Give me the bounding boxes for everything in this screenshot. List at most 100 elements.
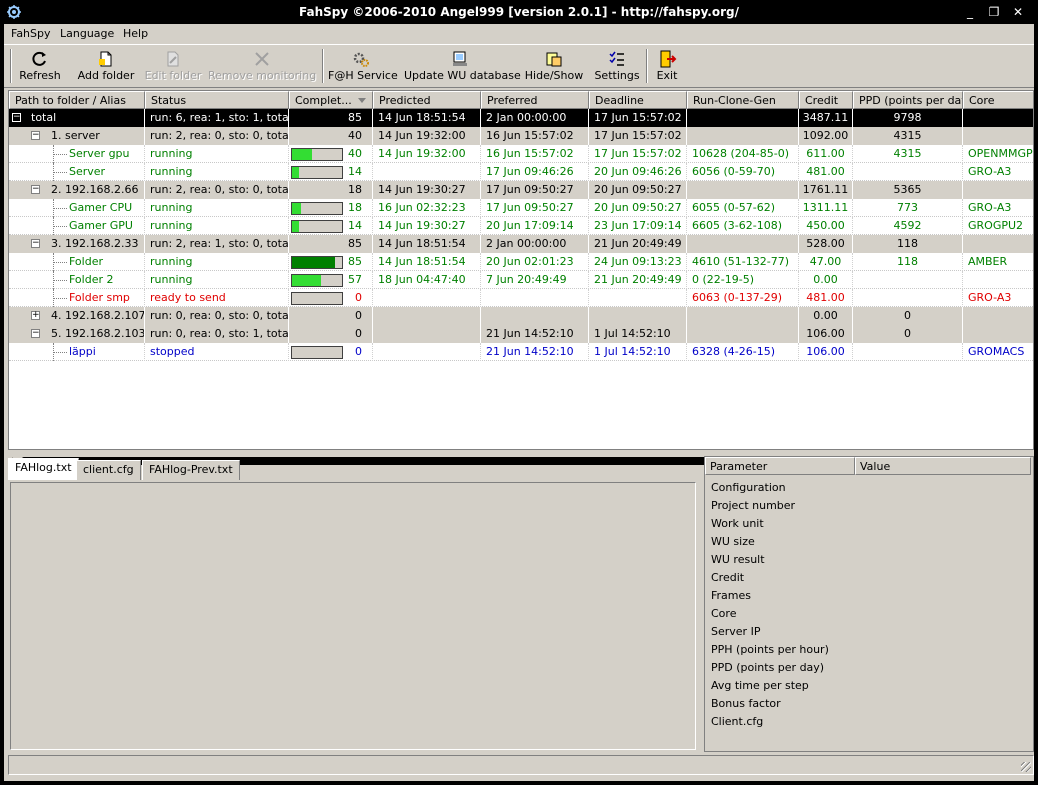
complete-percent: 14: [348, 165, 362, 178]
tab-client-cfg[interactable]: client.cfg: [76, 460, 141, 480]
param-row[interactable]: Configuration: [711, 479, 786, 497]
param-row[interactable]: PPH (points per hour): [711, 641, 829, 659]
column-header-status[interactable]: Status: [145, 91, 289, 109]
machine-row[interactable]: − 1. server run: 2, rea: 0, sto: 0, total …: [9, 127, 1033, 145]
client-row[interactable]: läppi stopped 0 21 Jun 14:52:10 1 Jul 14:52:…: [9, 343, 1033, 361]
exit-button[interactable]: Exit: [652, 47, 682, 85]
column-header-core[interactable]: Core: [963, 91, 1033, 109]
column-header-credit[interactable]: Credit: [799, 91, 853, 109]
row-label: Folder 2: [69, 273, 114, 286]
tree-line: [53, 154, 67, 155]
total-row[interactable]: − total run: 6, rea: 1, sto: 1, total 9 85 1…: [9, 109, 1033, 127]
grid-header: Path to folder / Alias Status Complet...…: [9, 91, 1033, 109]
cell-core: AMBER: [963, 253, 1033, 271]
client-row[interactable]: Server running 14 17 Jun 09:46:26 20 Jun 09:…: [9, 163, 1033, 181]
cell-rcg: 6328 (4-26-15): [687, 343, 799, 361]
machine-row[interactable]: − 3. 192.168.2.33 run: 2, rea: 1, sto: 0, …: [9, 235, 1033, 253]
menu-fahspy[interactable]: FahSpy: [6, 26, 56, 42]
edit-folder-button[interactable]: Edit folder: [142, 47, 204, 85]
cell-complete: 85: [289, 235, 373, 253]
cell-ppd: [853, 271, 963, 289]
refresh-button[interactable]: Refresh: [16, 47, 64, 85]
tab-fahlog-prev[interactable]: FAHlog-Prev.txt: [142, 460, 240, 480]
hide-show-button[interactable]: Hide/Show: [524, 47, 584, 85]
log-text-area[interactable]: [10, 482, 696, 750]
collapse-icon[interactable]: −: [31, 185, 40, 194]
cell-rcg: [687, 127, 799, 145]
param-row[interactable]: Credit: [711, 569, 744, 587]
tab-fahlog[interactable]: FAHlog.txt: [8, 458, 79, 480]
expand-icon[interactable]: +: [31, 311, 40, 320]
complete-percent: 85: [348, 111, 362, 124]
cell-preferred: 2 Jan 00:00:00: [481, 235, 589, 253]
add-folder-button[interactable]: Add folder: [74, 47, 138, 85]
toolbar-separator: [646, 49, 648, 83]
update-wu-database-button[interactable]: Update WU database: [404, 47, 521, 85]
row-label: total: [31, 111, 57, 124]
maximize-button[interactable]: ❐: [986, 5, 1002, 19]
cell-deadline: [589, 307, 687, 325]
cell-credit: 481.00: [799, 163, 853, 181]
cell-core: GROGPU2: [963, 217, 1033, 235]
collapse-icon[interactable]: −: [31, 239, 40, 248]
monitor-tree-grid[interactable]: Path to folder / Alias Status Complet...…: [8, 90, 1034, 450]
client-row[interactable]: Gamer GPU running 14 14 Jun 19:30:27 20 Jun …: [9, 217, 1033, 235]
remove-monitoring-button[interactable]: Remove monitoring: [208, 47, 316, 85]
collapse-icon[interactable]: −: [12, 113, 21, 122]
param-row[interactable]: Bonus factor: [711, 695, 781, 713]
param-row[interactable]: Avg time per step: [711, 677, 809, 695]
client-row[interactable]: Gamer CPU running 18 16 Jun 02:32:23 17 Jun …: [9, 199, 1033, 217]
column-header-predicted[interactable]: Predicted: [373, 91, 481, 109]
client-row[interactable]: Server gpu running 40 14 Jun 19:32:00 16 Jun…: [9, 145, 1033, 163]
resize-grip-icon[interactable]: [1021, 762, 1031, 772]
progress-fill: [292, 257, 335, 268]
machine-row[interactable]: +4. 192.168.2.107 run: 0, rea: 0, sto: 0,…: [9, 307, 1033, 325]
cell-core: [963, 181, 1033, 199]
client-row[interactable]: Folder running 85 14 Jun 18:51:54 20 Jun 02:…: [9, 253, 1033, 271]
minimize-button[interactable]: _: [962, 5, 978, 19]
machine-row[interactable]: − 2. 192.168.2.66 run: 2, rea: 0, sto: 0, …: [9, 181, 1033, 199]
main-window: FahSpy Language Help Refresh Add folder …: [4, 24, 1034, 781]
column-header-ppd[interactable]: PPD (points per day): [853, 91, 963, 109]
column-header-run-clone-gen[interactable]: Run-Clone-Gen: [687, 91, 799, 109]
column-header-complete[interactable]: Complet...: [289, 91, 373, 109]
complete-percent: 85: [348, 237, 362, 250]
cell-ppd: 4315: [853, 127, 963, 145]
menu-language[interactable]: Language: [55, 26, 119, 42]
param-row[interactable]: PPD (points per day): [711, 659, 824, 677]
cell-name: Folder 2: [9, 271, 145, 289]
cell-status: run: 6, rea: 1, sto: 1, total 9: [145, 109, 289, 127]
collapse-icon[interactable]: −: [31, 329, 40, 338]
progress-fill: [292, 149, 312, 160]
cell-deadline: 1 Jul 14:52:10: [589, 325, 687, 343]
client-row[interactable]: Folder 2 running 57 18 Jun 04:47:40 7 Jun 20…: [9, 271, 1033, 289]
row-label: Server gpu: [69, 147, 130, 160]
cell-credit: 611.00: [799, 145, 853, 163]
column-header-deadline[interactable]: Deadline: [589, 91, 687, 109]
cell-rcg: [687, 235, 799, 253]
cell-preferred: [481, 289, 589, 307]
params-header-value[interactable]: Value: [855, 457, 1031, 475]
param-row[interactable]: WU size: [711, 533, 755, 551]
column-header-path[interactable]: Path to folder / Alias: [9, 91, 145, 109]
menu-help[interactable]: Help: [118, 26, 153, 42]
close-button[interactable]: ✕: [1010, 5, 1026, 19]
params-header-parameter[interactable]: Parameter: [705, 457, 855, 475]
fah-service-button[interactable]: F@H Service: [328, 47, 398, 85]
cell-preferred: 20 Jun 02:01:23: [481, 253, 589, 271]
cell-predicted: [373, 325, 481, 343]
complete-percent: 40: [348, 147, 362, 160]
collapse-icon[interactable]: −: [31, 131, 40, 140]
param-row[interactable]: Client.cfg: [711, 713, 763, 731]
param-row[interactable]: Frames: [711, 587, 751, 605]
param-row[interactable]: Work unit: [711, 515, 764, 533]
param-row[interactable]: Project number: [711, 497, 795, 515]
cell-ppd: 118: [853, 235, 963, 253]
settings-button[interactable]: Settings: [592, 47, 642, 85]
param-row[interactable]: WU result: [711, 551, 765, 569]
param-row[interactable]: Core: [711, 605, 736, 623]
column-header-preferred[interactable]: Preferred: [481, 91, 589, 109]
param-row[interactable]: Server IP: [711, 623, 760, 641]
machine-row[interactable]: − 5. 192.168.2.103 run: 0, rea: 0, sto: 1,…: [9, 325, 1033, 343]
client-row[interactable]: Folder smp ready to send 0 6063 (0-137-29) 4…: [9, 289, 1033, 307]
